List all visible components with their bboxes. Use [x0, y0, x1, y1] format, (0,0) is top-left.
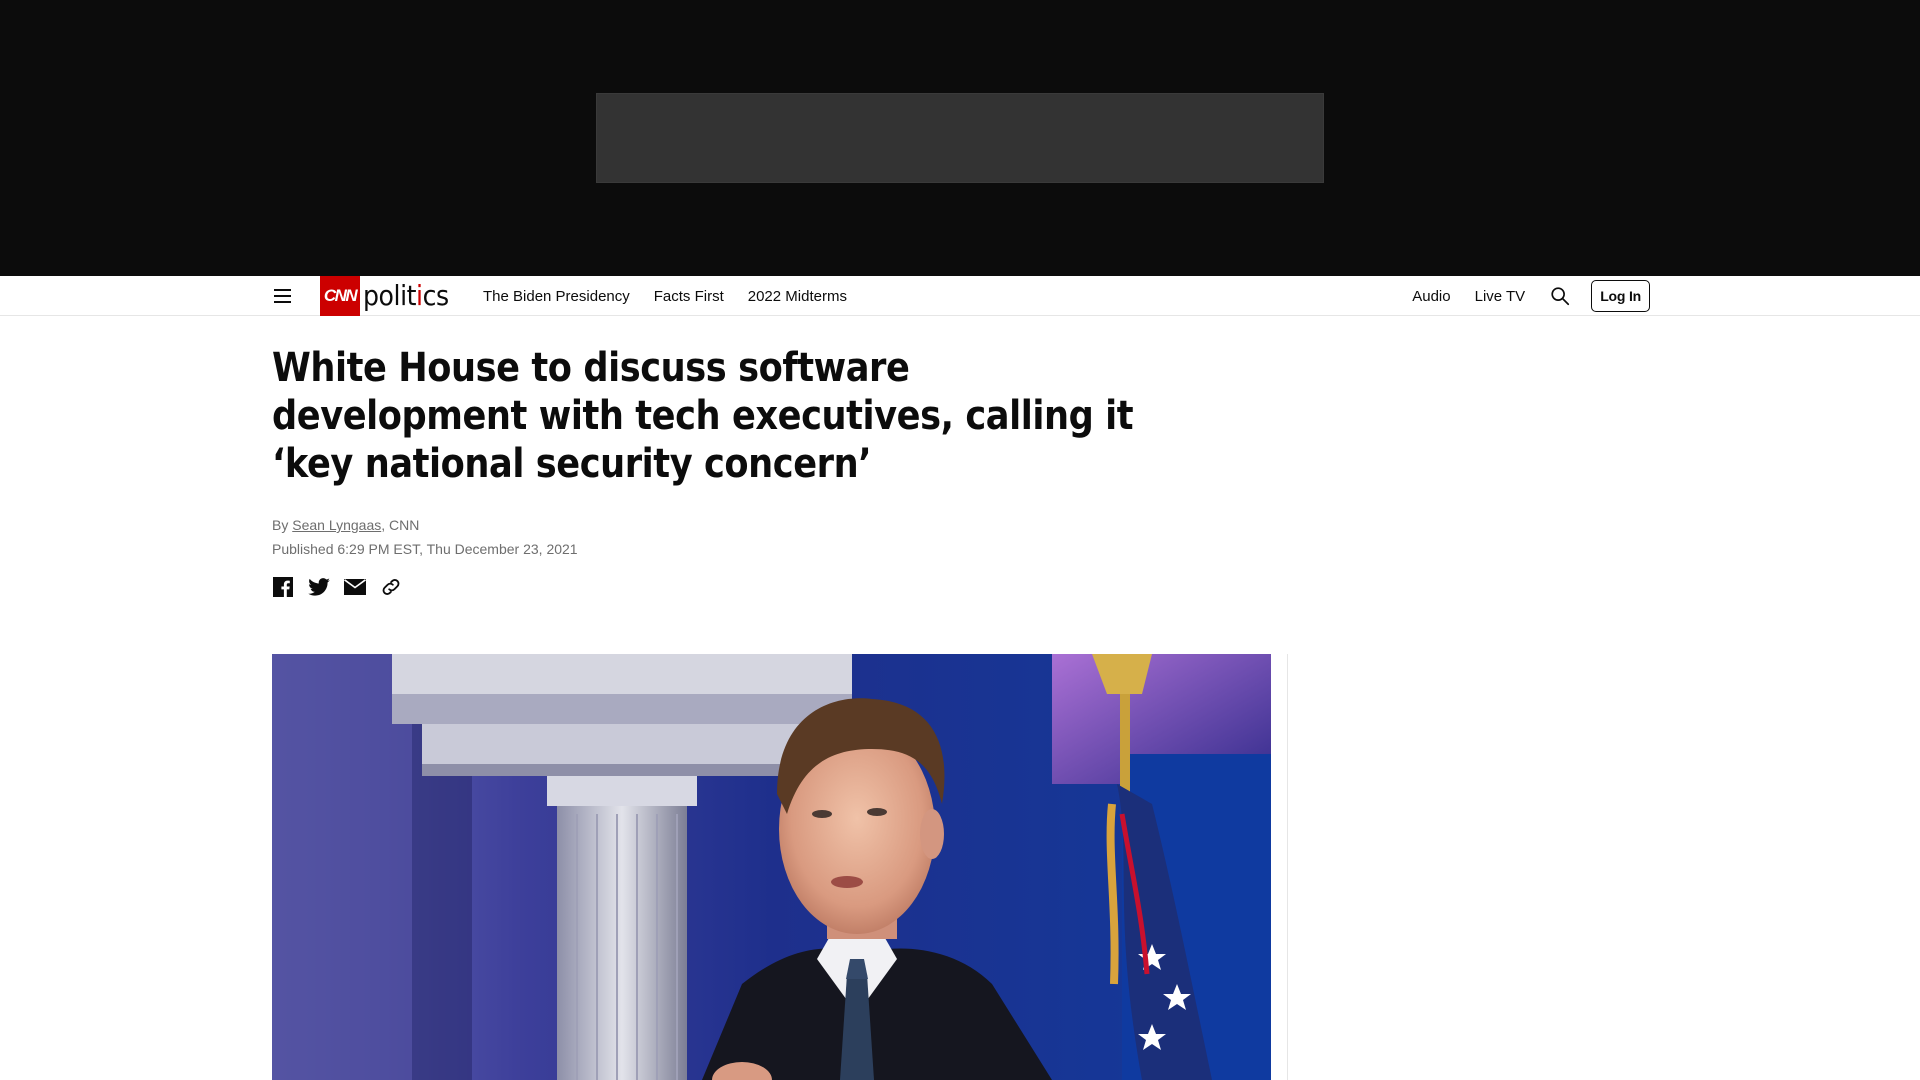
byline-prefix: By: [272, 517, 293, 533]
site-header: CNN politics The Biden Presidency Facts …: [0, 276, 1920, 316]
nav-link-facts-first[interactable]: Facts First: [654, 288, 724, 305]
nav-link-2022-midterms[interactable]: 2022 Midterms: [748, 288, 847, 305]
top-ad-band: [0, 0, 1920, 276]
article-hero-image[interactable]: [272, 654, 1271, 1080]
cnn-politics-logo[interactable]: CNN politics: [320, 276, 458, 316]
byline-source: , CNN: [381, 517, 420, 533]
share-bar: [272, 576, 416, 598]
nav-link-live-tv[interactable]: Live TV: [1475, 288, 1526, 305]
utility-nav: Audio Live TV Log In: [1412, 276, 1650, 316]
email-icon[interactable]: [344, 576, 366, 598]
byline: By Sean Lyngaas, CNN: [272, 515, 419, 535]
ad-slot[interactable]: [596, 93, 1324, 183]
link-icon[interactable]: [380, 576, 402, 598]
logo-section-name: politics: [363, 279, 449, 312]
article-headline: White House to discuss software developm…: [272, 345, 1134, 487]
author-link[interactable]: Sean Lyngaas: [292, 517, 381, 533]
facebook-icon[interactable]: [272, 576, 294, 598]
cnn-logo-mark: CNN: [320, 276, 360, 316]
primary-nav: The Biden Presidency Facts First 2022 Mi…: [483, 276, 871, 316]
log-in-button[interactable]: Log In: [1591, 280, 1650, 312]
search-icon[interactable]: [1549, 285, 1571, 307]
menu-icon[interactable]: [272, 285, 294, 307]
nav-link-audio[interactable]: Audio: [1412, 288, 1450, 305]
twitter-icon[interactable]: [308, 576, 330, 598]
nav-link-biden-presidency[interactable]: The Biden Presidency: [483, 288, 630, 305]
hero-photo: [272, 654, 1271, 1080]
right-rail-divider: [1287, 654, 1288, 1080]
published-timestamp: Published 6:29 PM EST, Thu December 23, …: [272, 541, 578, 557]
